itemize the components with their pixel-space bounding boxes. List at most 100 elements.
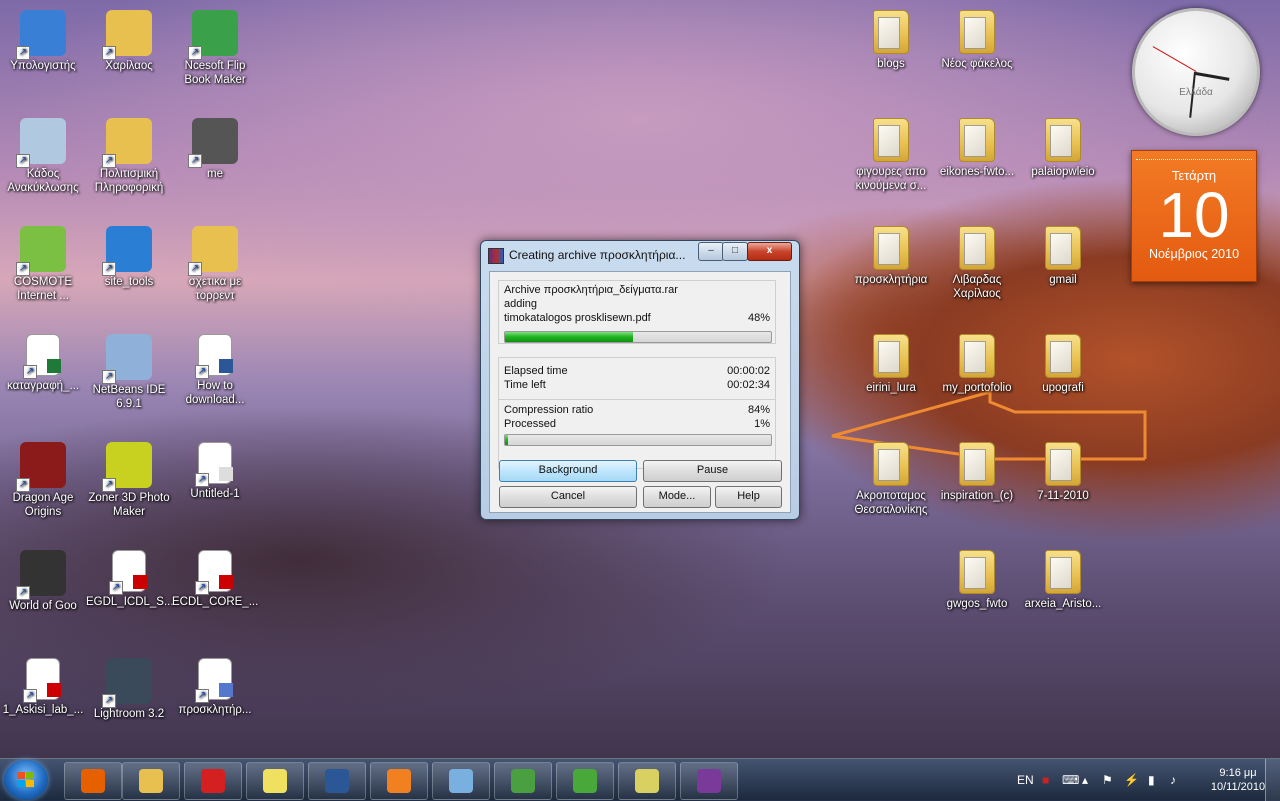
desktop-icon-label: Νέος φάκελος	[941, 58, 1013, 70]
left-desktop-icon[interactable]: Κάδος Ανακύκλωσης	[0, 112, 86, 212]
keyboard-icon[interactable]: ⌨	[1062, 773, 1079, 787]
film-icon	[102, 442, 152, 492]
right-desktop-icon[interactable]: gmail	[1020, 220, 1106, 320]
folder-icon	[873, 442, 909, 486]
calendar-gadget[interactable]: Τετάρτη 10 Νοέμβριος 2010	[1131, 150, 1257, 282]
right-desktop-icon[interactable]: upografi	[1020, 328, 1106, 428]
desktop-icon-label: Dragon Age Origins	[12, 492, 74, 518]
clock-second-hand	[1152, 46, 1197, 72]
taskbar-notepad-button[interactable]	[432, 762, 490, 800]
folder-icon	[873, 10, 909, 54]
right-desktop-icon[interactable]: eikones-fwto...	[934, 112, 1020, 212]
right-desktop-icon[interactable]: Λιβαρδας Χαρίλαος	[934, 220, 1020, 320]
desktop-icon-label: COSMOTE Internet ...	[13, 276, 73, 302]
winrar-icon	[488, 248, 504, 264]
left-desktop-icon[interactable]: καταγραφή_...	[0, 328, 86, 428]
clock-gadget[interactable]: Ελλάδα	[1132, 8, 1260, 136]
folder-icon	[102, 118, 152, 168]
time-left-value: 00:02:34	[727, 379, 770, 391]
desktop-icon-label: ECDL_CORE_...	[172, 596, 259, 608]
right-desktop-icon[interactable]: Νέος φάκελος	[934, 4, 1020, 104]
desktop-icon-label: palaiopwleio	[1031, 166, 1095, 178]
left-desktop-icon[interactable]: σχετικα με τορρεντ	[172, 220, 258, 320]
power-plug-icon[interactable]: ⚡	[1124, 773, 1139, 787]
taskbar-explorer-button[interactable]	[122, 762, 180, 800]
left-desktop-icon[interactable]: Lightroom 3.2	[86, 652, 172, 752]
language-indicator[interactable]: EN	[1017, 773, 1034, 787]
right-desktop-icon[interactable]: blogs	[848, 4, 934, 104]
volume-icon[interactable]: ♪	[1170, 773, 1176, 787]
taskbar-clock[interactable]: 9:16 μμ 10/11/2010	[1210, 766, 1266, 794]
left-desktop-icon[interactable]: COSMOTE Internet ...	[0, 220, 86, 320]
left-desktop-icon[interactable]: Dragon Age Origins	[0, 436, 86, 536]
left-desktop-icon[interactable]: EGDL_ICDL_S...	[86, 544, 174, 644]
right-desktop-icon[interactable]: arxeia_Aristo...	[1020, 544, 1106, 644]
winrar-client-area: Archive προσκλητήρια_δείγματα.rar adding…	[489, 271, 791, 513]
winrar-progress-window[interactable]: Creating archive προσκλητήρια... – □ x A…	[480, 240, 800, 520]
right-desktop-icon[interactable]: inspiration_(c)	[934, 436, 1020, 536]
left-desktop-icon[interactable]: 1_Askisi_lab_...	[0, 652, 86, 752]
network-signal-icon[interactable]: ▮	[1148, 773, 1155, 787]
pdf-badge	[47, 683, 61, 697]
background-button[interactable]: Background	[499, 460, 637, 482]
desktop-icon-label: προσκλητήρια	[854, 274, 928, 286]
taskbar-media-player-button[interactable]	[370, 762, 428, 800]
right-desktop-icon[interactable]: palaiopwleio	[1020, 112, 1106, 212]
left-desktop-icon[interactable]: προσκλητήρ...	[172, 652, 258, 752]
image-file-icon	[195, 442, 233, 487]
winrar-titlebar[interactable]: Creating archive προσκλητήρια... – □ x	[481, 241, 799, 269]
left-desktop-icon[interactable]: NetBeans IDE 6.9.1	[86, 328, 172, 428]
folder-icon	[959, 118, 995, 162]
show-desktop-button[interactable]	[1265, 759, 1280, 801]
right-desktop-icon[interactable]: 7-11-2010	[1020, 436, 1106, 536]
taskbar-winrar-button[interactable]	[680, 762, 738, 800]
taskbar-sticky-notes-button[interactable]	[246, 762, 304, 800]
start-button[interactable]	[4, 760, 48, 800]
right-desktop-icon[interactable]: προσκλητήρια	[848, 220, 934, 320]
maximize-button[interactable]: □	[722, 242, 748, 261]
taskbar-firefox-button[interactable]	[64, 762, 122, 800]
help-button[interactable]: Help	[715, 486, 782, 508]
action-center-flag-icon[interactable]: ⚑	[1102, 773, 1113, 787]
left-desktop-icon[interactable]: Zoner 3D Photo Maker	[86, 436, 172, 536]
taskbar-paint-button[interactable]	[618, 762, 676, 800]
desktop-icon-label: eikones-fwto...	[939, 166, 1015, 178]
photo-icon	[188, 118, 238, 168]
calendar-month-year: Νοέμβριος 2010	[1148, 247, 1240, 261]
desktop-icon-label: φιγουρες απο κινούμενα σ...	[855, 166, 927, 192]
clock-location-label: Ελλάδα	[1179, 87, 1213, 98]
right-desktop-icon[interactable]: gwgos_fwto	[934, 544, 1020, 644]
pdf-tray-icon[interactable]: ■	[1042, 773, 1049, 787]
taskbar: EN ■ ⌨ ▴ ⚑ ⚡ ▮ ♪ 9:16 μμ 10/11/2010	[0, 758, 1280, 801]
right-desktop-icon[interactable]: eirini_lura	[848, 328, 934, 428]
desktop-icon-label: inspiration_(c)	[940, 490, 1014, 502]
left-desktop-icon[interactable]: site_tools	[86, 220, 172, 320]
folder-icon	[1045, 550, 1081, 594]
left-desktop-icon[interactable]: How to download...	[172, 328, 258, 428]
left-desktop-icon[interactable]: World of Goo	[0, 544, 86, 644]
right-desktop-icon[interactable]: φιγουρες απο κινούμενα σ...	[848, 112, 934, 212]
left-desktop-icon[interactable]: Untitled-1	[172, 436, 258, 536]
left-desktop-icon[interactable]: Υπολογιστής	[0, 4, 86, 104]
left-desktop-icon[interactable]: me	[172, 112, 258, 212]
taskbar-power-button[interactable]	[184, 762, 242, 800]
pause-button[interactable]: Pause	[643, 460, 782, 482]
right-desktop-icon[interactable]: Ακροποταμος Θεσσαλονίκης	[848, 436, 934, 536]
user-folder-icon	[102, 10, 152, 60]
taskbar-word-button[interactable]	[308, 762, 366, 800]
minimize-button[interactable]: –	[698, 242, 724, 261]
right-desktop-icon[interactable]: my_portofolio	[934, 328, 1020, 428]
left-desktop-icon[interactable]: Ncesoft Flip Book Maker	[172, 4, 258, 104]
tray-chevron-icon[interactable]: ▴	[1082, 773, 1088, 787]
taskbar-messenger-button[interactable]	[494, 762, 552, 800]
taskbar-utorrent-button[interactable]	[556, 762, 614, 800]
left-desktop-icon[interactable]: Πολιτισμική Πληροφορική	[86, 112, 172, 212]
elapsed-label: Elapsed time	[504, 365, 568, 377]
pdf-badge	[133, 575, 147, 589]
left-desktop-icon[interactable]: Χαρίλαος	[86, 4, 172, 104]
cancel-button[interactable]: Cancel	[499, 486, 637, 508]
close-button[interactable]: x	[747, 242, 792, 261]
left-desktop-icon[interactable]: ECDL_CORE_...	[172, 544, 258, 644]
folder-icon	[959, 10, 995, 54]
mode-button[interactable]: Mode...	[643, 486, 711, 508]
